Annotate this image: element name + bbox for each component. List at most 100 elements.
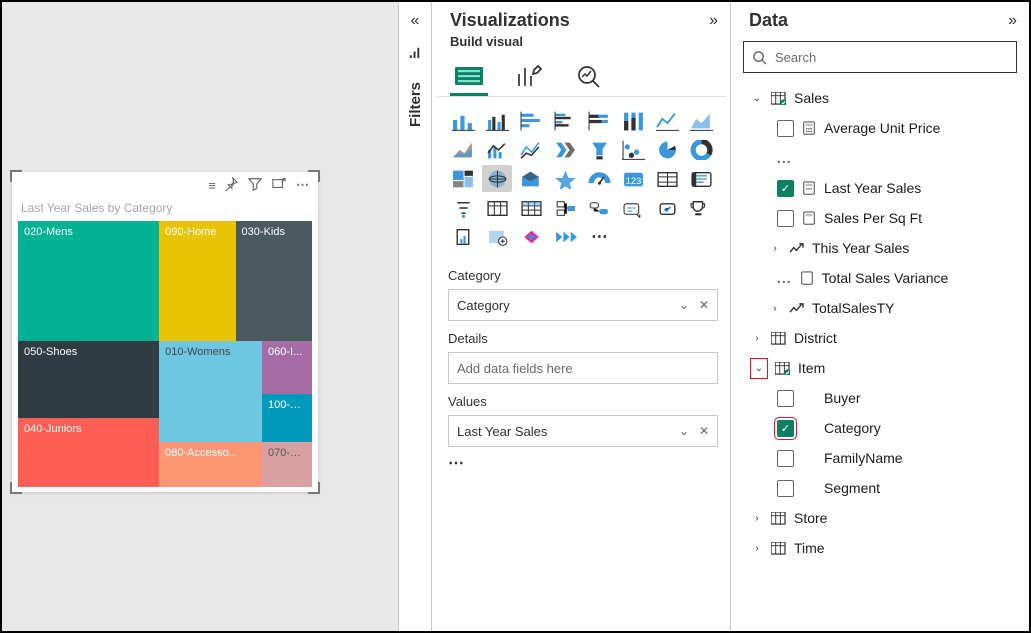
- visual-type-33[interactable]: [482, 223, 512, 250]
- tab-format-visual[interactable]: [510, 59, 548, 96]
- visual-type-29[interactable]: [618, 194, 648, 221]
- visual-type-8[interactable]: [448, 136, 478, 163]
- table-item[interactable]: ⌄ Item: [747, 353, 1021, 383]
- pin-icon[interactable]: [224, 177, 238, 194]
- visual-type-19[interactable]: [550, 165, 580, 192]
- well-values[interactable]: Last Year Sales ⌄✕: [448, 415, 718, 447]
- table-sales[interactable]: ⌄ Sales: [747, 83, 1021, 113]
- visual-type-12[interactable]: [584, 136, 614, 163]
- visual-type-24[interactable]: [448, 194, 478, 221]
- treemap-tile[interactable]: 030-Kids: [236, 221, 312, 341]
- treemap-visual[interactable]: ≡ ⋯ Last Year Sales by Category 020-Mens…: [12, 172, 318, 492]
- expand-filters-icon[interactable]: «: [411, 12, 420, 30]
- checkbox-checked[interactable]: ✓: [777, 180, 794, 197]
- well-category[interactable]: Category ⌄✕: [448, 289, 718, 321]
- treemap-tile[interactable]: 050-Shoes: [18, 341, 159, 418]
- visual-type-11[interactable]: [550, 136, 580, 163]
- field-total-sales-ty[interactable]: › TotalSalesTY: [747, 293, 1021, 323]
- treemap-tile[interactable]: 090-Home: [159, 221, 235, 341]
- checkbox[interactable]: [777, 210, 794, 227]
- expand-icon[interactable]: ›: [769, 303, 781, 314]
- visual-type-1[interactable]: [482, 107, 512, 134]
- tab-analytics[interactable]: [570, 59, 608, 96]
- treemap-tile[interactable]: 060-I...: [262, 341, 312, 394]
- filter-icon[interactable]: [248, 177, 262, 194]
- field-total-sales-variance[interactable]: ... Total Sales Variance: [747, 263, 1021, 293]
- checkbox[interactable]: [777, 120, 794, 137]
- visual-type-10[interactable]: [516, 136, 546, 163]
- treemap-plot[interactable]: 020-Mens090-Home030-Kids 050-Shoes010-Wom…: [18, 221, 312, 487]
- visual-type-7[interactable]: [686, 107, 716, 134]
- visual-type-6[interactable]: [652, 107, 682, 134]
- treemap-tile[interactable]: 040-Juniors: [18, 418, 159, 487]
- visual-type-23[interactable]: [686, 165, 716, 192]
- field-category[interactable]: ✓ Category: [747, 413, 1021, 443]
- visual-type-16[interactable]: [448, 165, 478, 192]
- visual-type-3[interactable]: [550, 107, 580, 134]
- field-more[interactable]: ...: [747, 143, 1021, 173]
- treemap-tile[interactable]: 100-G...: [262, 394, 312, 442]
- visual-type-28[interactable]: [584, 194, 614, 221]
- field-average-unit-price[interactable]: Average Unit Price: [747, 113, 1021, 143]
- field-last-year-sales[interactable]: ✓ Last Year Sales: [747, 173, 1021, 203]
- visual-type-9[interactable]: [482, 136, 512, 163]
- visual-type-4[interactable]: [584, 107, 614, 134]
- visual-type-treemap[interactable]: [482, 165, 512, 192]
- collapse-icon-highlighted[interactable]: ⌄: [751, 359, 767, 378]
- table-store[interactable]: › Store: [747, 503, 1021, 533]
- report-canvas[interactable]: ≡ ⋯ Last Year Sales by Category 020-Mens…: [2, 2, 399, 631]
- treemap-tile[interactable]: 070-H...: [262, 442, 312, 487]
- field-segment[interactable]: Segment: [747, 473, 1021, 503]
- visual-type-35[interactable]: [550, 223, 580, 250]
- drag-handle-icon[interactable]: ≡: [208, 178, 214, 193]
- remove-field-icon[interactable]: ✕: [699, 298, 709, 312]
- visual-type-30[interactable]: [652, 194, 682, 221]
- visual-type-more[interactable]: ⋯: [584, 223, 614, 250]
- visual-type-22[interactable]: [652, 165, 682, 192]
- visual-type-5[interactable]: [618, 107, 648, 134]
- expand-icon[interactable]: ›: [751, 543, 763, 554]
- more-wells-icon[interactable]: ⋯: [432, 447, 730, 479]
- field-familyname[interactable]: FamilyNаme: [747, 443, 1021, 473]
- expand-icon[interactable]: ›: [751, 513, 763, 524]
- collapse-vis-icon[interactable]: »: [709, 12, 718, 30]
- checkbox[interactable]: [777, 390, 794, 407]
- visual-type-2[interactable]: [516, 107, 546, 134]
- field-buyer[interactable]: Buyer: [747, 383, 1021, 413]
- treemap-tile[interactable]: 010-Womens: [159, 341, 262, 442]
- treemap-tile[interactable]: 080-Accesso...: [159, 442, 262, 487]
- visual-type-13[interactable]: [618, 136, 648, 163]
- checkbox[interactable]: [777, 450, 794, 467]
- table-time[interactable]: › Time: [747, 533, 1021, 563]
- checkbox[interactable]: [777, 480, 794, 497]
- collapse-data-icon[interactable]: »: [1008, 12, 1017, 30]
- visual-type-25[interactable]: [482, 194, 512, 221]
- visual-type-27[interactable]: [550, 194, 580, 221]
- filters-pane-collapsed[interactable]: « Filters: [399, 2, 432, 631]
- table-district[interactable]: › District: [747, 323, 1021, 353]
- visual-type-21[interactable]: 123: [618, 165, 648, 192]
- field-sales-per-sqft[interactable]: Sales Per Sq Ft: [747, 203, 1021, 233]
- chevron-down-icon[interactable]: ⌄: [679, 424, 689, 438]
- treemap-tile[interactable]: 020-Mens: [18, 221, 159, 341]
- remove-field-icon[interactable]: ✕: [699, 424, 709, 438]
- visual-type-20[interactable]: [584, 165, 614, 192]
- focus-mode-icon[interactable]: [272, 177, 286, 194]
- collapse-icon[interactable]: ⌄: [751, 93, 763, 104]
- well-details[interactable]: Add data fields here: [448, 352, 718, 384]
- expand-icon[interactable]: ›: [769, 243, 781, 254]
- visual-type-34[interactable]: [516, 223, 546, 250]
- visual-type-32[interactable]: [448, 223, 478, 250]
- visual-type-14[interactable]: [652, 136, 682, 163]
- visual-type-31[interactable]: [686, 194, 716, 221]
- field-this-year-sales[interactable]: › This Year Sales: [747, 233, 1021, 263]
- visual-type-18[interactable]: [516, 165, 546, 192]
- visual-type-26[interactable]: [516, 194, 546, 221]
- chevron-down-icon[interactable]: ⌄: [679, 298, 689, 312]
- expand-icon[interactable]: ›: [751, 333, 763, 344]
- search-input[interactable]: Search: [743, 41, 1017, 73]
- visual-type-0[interactable]: [448, 107, 478, 134]
- checkbox-checked-highlighted[interactable]: ✓: [777, 420, 794, 437]
- visual-type-15[interactable]: [686, 136, 716, 163]
- tab-build-visual[interactable]: [450, 59, 488, 96]
